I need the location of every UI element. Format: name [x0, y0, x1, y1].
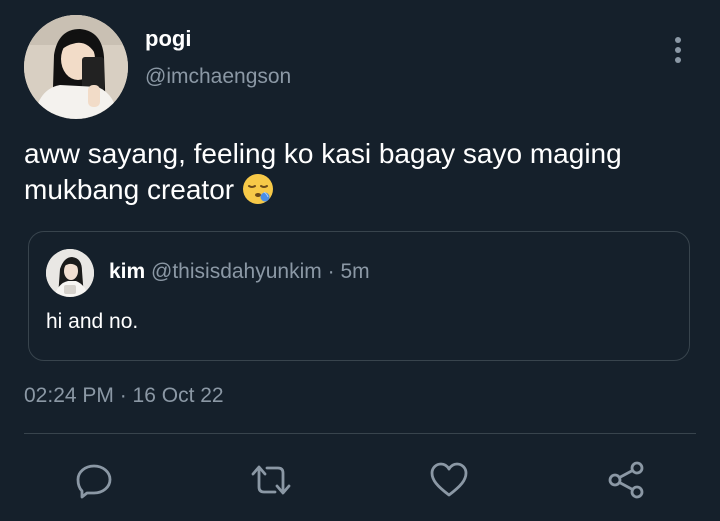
- quoted-tweet[interactable]: kim @thisisdahyunkim · 5m hi and no.: [28, 231, 690, 361]
- retweet-icon: [251, 465, 291, 495]
- like-button[interactable]: [427, 458, 471, 502]
- share-button[interactable]: [604, 458, 648, 502]
- tweet-text-container: aww sayang, feeling ko kasi bagay sayo m…: [24, 136, 704, 208]
- quoted-text: hi and no.: [46, 310, 139, 333]
- divider: [24, 433, 696, 434]
- retweet-button[interactable]: [249, 458, 293, 502]
- quoted-handle[interactable]: @thisisdahyunkim: [151, 260, 322, 283]
- share-icon: [608, 461, 644, 499]
- quoted-header: kim @thisisdahyunkim · 5m: [109, 260, 370, 284]
- quoted-author-avatar[interactable]: [46, 249, 94, 297]
- author-avatar[interactable]: [24, 15, 128, 119]
- more-vertical-icon[interactable]: [668, 36, 688, 64]
- author-handle[interactable]: @imchaengson: [145, 65, 291, 89]
- tweet-text: aww sayang, feeling ko kasi bagay sayo m…: [24, 138, 622, 205]
- quoted-display-name[interactable]: kim: [109, 260, 145, 283]
- tweet-timestamp[interactable]: 02:24 PM · 16 Oct 22: [24, 384, 224, 408]
- author-display-name[interactable]: pogi: [145, 26, 191, 52]
- quoted-time[interactable]: 5m: [340, 260, 369, 283]
- reply-button[interactable]: [72, 458, 116, 502]
- quoted-separator: ·: [327, 260, 335, 283]
- reply-icon: [76, 464, 112, 499]
- sleepy-face-emoji: [242, 173, 274, 205]
- heart-icon: [430, 462, 468, 497]
